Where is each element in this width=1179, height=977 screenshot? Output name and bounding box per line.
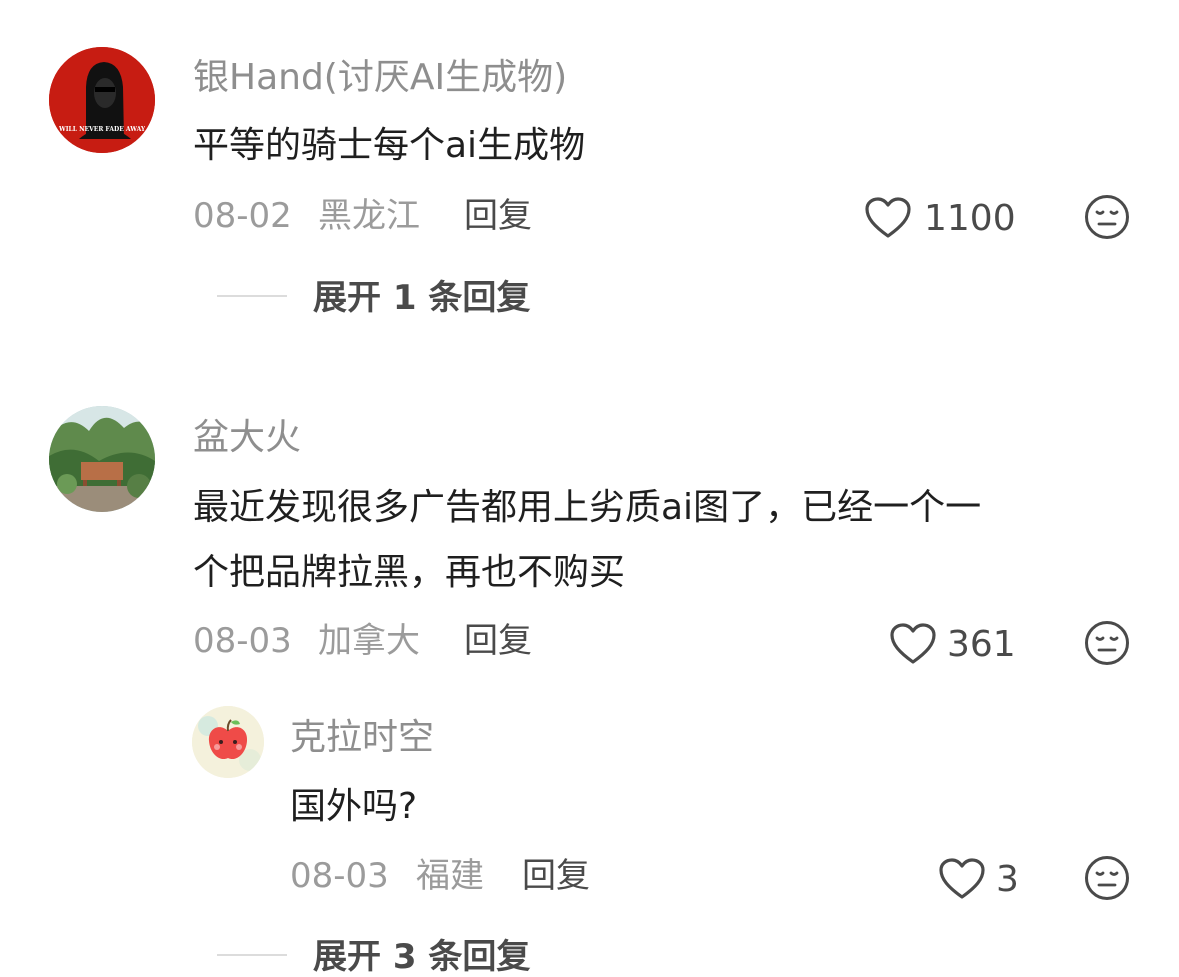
expand-divider: [217, 295, 287, 297]
comment-text: 平等的骑士每个ai生成物: [193, 125, 586, 166]
like-count: 1100: [924, 198, 1016, 239]
heart-outline-icon: [865, 197, 911, 238]
avatar-caption: WILL NEVER FADE AWAY: [59, 126, 145, 133]
username[interactable]: 克拉时空: [290, 720, 434, 756]
avatar[interactable]: [192, 706, 264, 778]
like-button[interactable]: 1100: [864, 194, 1024, 242]
comment-date: 08-02: [193, 196, 292, 236]
neutral-face-icon: [1085, 856, 1129, 900]
heart-outline-icon: [939, 858, 985, 899]
comment-location: 黑龙江: [318, 196, 420, 236]
dislike-button[interactable]: [1083, 619, 1131, 667]
expand-replies-button[interactable]: 展开 1 条回复: [313, 281, 530, 315]
reply-button[interactable]: 回复: [464, 199, 532, 233]
like-count: 361: [947, 624, 1016, 665]
comment-text-line: 最近发现很多广告都用上劣质ai图了，已经一个一: [193, 487, 982, 528]
expand-replies-button[interactable]: 展开 3 条回复: [313, 940, 530, 974]
dislike-button[interactable]: [1083, 193, 1131, 241]
neutral-face-icon: [1085, 621, 1129, 665]
dislike-button[interactable]: [1083, 854, 1131, 902]
reply-button[interactable]: 回复: [522, 859, 590, 893]
like-button[interactable]: 3: [938, 855, 1028, 903]
comment-date: 08-03: [193, 621, 292, 661]
reply-button[interactable]: 回复: [464, 624, 532, 658]
like-button[interactable]: 361: [889, 620, 1029, 668]
heart-outline-icon: [890, 623, 936, 664]
expand-divider: [217, 954, 287, 956]
avatar[interactable]: WILL NEVER FADE AWAY: [49, 47, 155, 153]
username[interactable]: 盆大火: [193, 420, 301, 456]
avatar-apple-image: [192, 706, 264, 778]
comment-location: 加拿大: [318, 621, 420, 661]
comment-location: 福建: [416, 856, 484, 896]
comment-text: 国外吗?: [290, 786, 418, 827]
avatar-portrait-image: [49, 47, 155, 153]
comment-text-line: 个把品牌拉黑，再也不购买: [193, 552, 626, 593]
like-count: 3: [996, 859, 1019, 900]
comment-date: 08-03: [290, 856, 389, 896]
username[interactable]: 银Hand(讨厌AI生成物): [193, 60, 567, 96]
avatar-garden-image: [49, 406, 155, 512]
avatar[interactable]: [49, 406, 155, 512]
neutral-face-icon: [1085, 195, 1129, 239]
